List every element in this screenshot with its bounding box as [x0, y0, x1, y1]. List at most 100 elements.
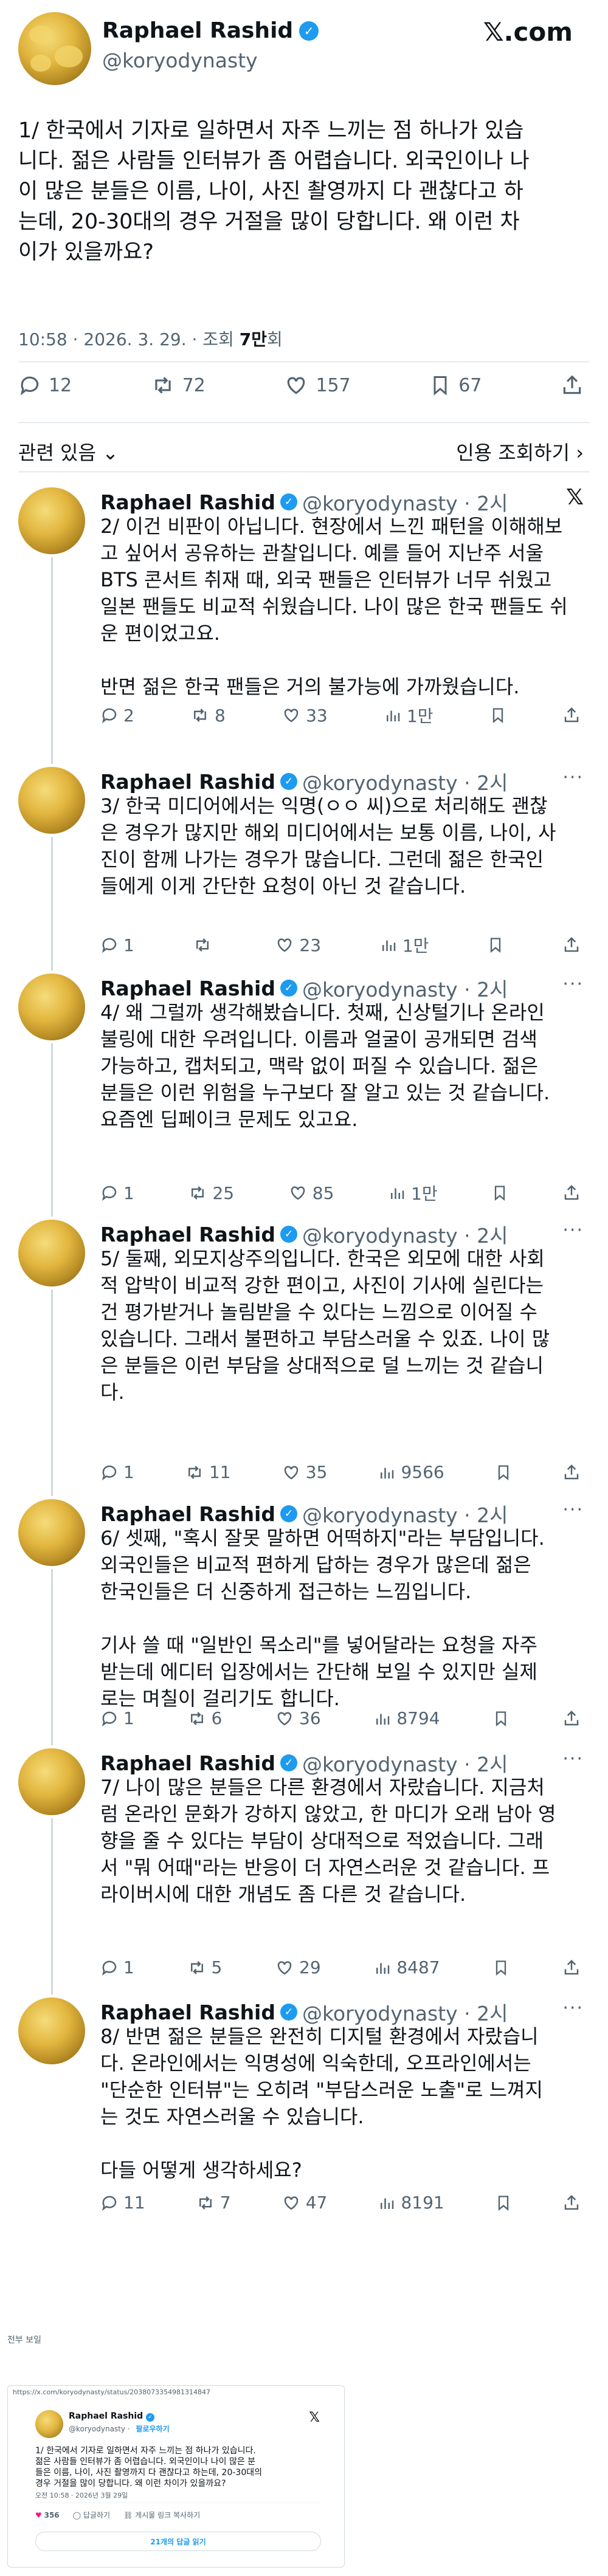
- reply-button[interactable]: 1: [100, 935, 134, 955]
- retweet-button[interactable]: [193, 936, 217, 954]
- avatar[interactable]: [18, 974, 85, 1040]
- views-button[interactable]: 8487: [373, 1957, 440, 1977]
- quote-view-link[interactable]: 인용 조회하기 ›: [456, 438, 584, 465]
- author-handle-time[interactable]: @koryodynasty · 2시: [302, 1220, 508, 1249]
- like-button[interactable]: 23: [275, 935, 321, 955]
- like-button[interactable]: 33: [282, 706, 328, 726]
- bookmark-button[interactable]: [489, 706, 506, 724]
- avatar[interactable]: [18, 487, 85, 554]
- views-button[interactable]: 1만: [384, 703, 434, 727]
- avatar[interactable]: [18, 1499, 85, 1566]
- share-icon: [562, 1184, 581, 1202]
- more-options-icon[interactable]: ···: [562, 767, 584, 788]
- share-button[interactable]: [562, 1184, 581, 1202]
- more-options-icon[interactable]: ···: [562, 974, 584, 995]
- bookmark-button[interactable]: [495, 2194, 512, 2212]
- more-options-icon[interactable]: ···: [562, 1997, 584, 2019]
- author-name[interactable]: Raphael Rashid: [100, 1223, 275, 1246]
- author-name[interactable]: Raphael Rashid: [100, 770, 275, 794]
- reply-tweet[interactable]: Raphael Rashid ✓ @koryodynasty · 2시 𝕏 2/ 이건 …: [0, 485, 608, 764]
- views-button[interactable]: 8794: [373, 1708, 440, 1728]
- retweet-button[interactable]: 6: [187, 1708, 222, 1728]
- share-button[interactable]: [562, 1709, 581, 1728]
- author-handle-time[interactable]: @koryodynasty · 2시: [302, 1748, 508, 1777]
- share-button[interactable]: [561, 374, 584, 397]
- retweet-button[interactable]: 5: [187, 1957, 223, 1977]
- reply-tweet[interactable]: Raphael Rashid ✓ @koryodynasty · 2시 ··· 6/ 셋…: [0, 1499, 608, 1745]
- reply-actions: 1 6 36 8794: [100, 1708, 581, 1728]
- avatar[interactable]: [18, 12, 91, 85]
- share-button[interactable]: [562, 1959, 581, 1977]
- author-name[interactable]: Raphael Rashid: [100, 977, 275, 1000]
- reply-text: 2/ 이건 비판이 아닙니다. 현장에서 느낀 패턴을 이해해보 고 싶어서 공…: [100, 515, 568, 698]
- like-button[interactable]: 85: [288, 1183, 334, 1203]
- embed-author-name-text: Raphael Rashid: [69, 2411, 143, 2421]
- author-handle-time[interactable]: @koryodynasty · 2시: [302, 487, 508, 517]
- bookmark-button[interactable]: 67: [429, 374, 482, 397]
- more-options-icon[interactable]: ···: [562, 1748, 584, 1770]
- reply-button[interactable]: 1: [100, 1462, 134, 1482]
- author-name[interactable]: Raphael Rashid: [100, 490, 275, 514]
- views-button[interactable]: 1만: [388, 1181, 438, 1205]
- reply-button[interactable]: 12: [18, 374, 72, 397]
- read-replies-button: 21개의 답글 읽기: [35, 2532, 321, 2551]
- like-button[interactable]: 36: [275, 1708, 321, 1728]
- views-icon: [384, 706, 402, 724]
- reply-tweet[interactable]: Raphael Rashid ✓ @koryodynasty · 2시 ··· 8/ 반…: [0, 1997, 608, 2223]
- share-button[interactable]: [562, 2194, 581, 2212]
- retweet-button[interactable]: 72: [151, 374, 206, 397]
- view-suffix: 회: [266, 329, 283, 349]
- bookmark-button[interactable]: [492, 1709, 510, 1728]
- reply-header: Raphael Rashid ✓ @koryodynasty · 2시: [100, 1748, 508, 1777]
- retweet-button[interactable]: 25: [188, 1183, 234, 1203]
- related-filter[interactable]: 관련 있음 ⌄: [18, 438, 119, 465]
- retweet-button[interactable]: 8: [190, 706, 226, 726]
- author-handle[interactable]: @koryodynasty: [102, 49, 258, 72]
- thread-line: [51, 557, 53, 764]
- more-options-icon[interactable]: ···: [562, 1220, 584, 1241]
- reply-button[interactable]: 2: [100, 706, 134, 726]
- author-name[interactable]: Raphael Rashid: [100, 1502, 275, 1526]
- share-button[interactable]: [562, 1463, 581, 1482]
- reply-button[interactable]: 1: [100, 1708, 134, 1728]
- bookmark-button[interactable]: [492, 1959, 510, 1977]
- author-handle-time[interactable]: @koryodynasty · 2시: [302, 1997, 508, 2027]
- like-count: 36: [299, 1708, 321, 1728]
- like-button[interactable]: 47: [282, 2193, 327, 2213]
- like-button[interactable]: 29: [275, 1957, 321, 1977]
- author-handle-time[interactable]: @koryodynasty · 2시: [302, 1499, 508, 1528]
- avatar[interactable]: [18, 767, 85, 834]
- bookmark-button[interactable]: [491, 1184, 508, 1202]
- bookmark-button[interactable]: [495, 1463, 512, 1482]
- views-button[interactable]: 1만: [379, 933, 429, 957]
- reply-button[interactable]: 11: [100, 2193, 145, 2213]
- retweet-icon: [196, 2194, 215, 2212]
- retweet-button[interactable]: 11: [185, 1462, 231, 1482]
- author-handle-time[interactable]: @koryodynasty · 2시: [302, 767, 508, 796]
- like-button[interactable]: 35: [282, 1462, 327, 1482]
- author-name[interactable]: Raphael Rashid: [100, 1751, 275, 1775]
- divider: [18, 422, 590, 423]
- views-button[interactable]: 8191: [378, 2193, 444, 2213]
- share-button[interactable]: [562, 936, 581, 954]
- avatar[interactable]: [18, 1220, 85, 1286]
- share-button[interactable]: [562, 706, 581, 724]
- avatar[interactable]: [18, 1997, 85, 2064]
- reply-count: 1: [123, 1462, 134, 1482]
- bookmark-button[interactable]: [487, 936, 504, 954]
- avatar[interactable]: [18, 1748, 85, 1815]
- retweet-button[interactable]: 7: [196, 2193, 231, 2213]
- retweet-count: 5: [211, 1957, 223, 1977]
- reply-tweet[interactable]: Raphael Rashid ✓ @koryodynasty · 2시 ··· 7/ 나…: [0, 1748, 608, 1994]
- reply-tweet[interactable]: Raphael Rashid ✓ @koryodynasty · 2시 ··· 5/ 둘…: [0, 1220, 608, 1496]
- reply-tweet[interactable]: Raphael Rashid ✓ @koryodynasty · 2시 ··· 4/ 왜…: [0, 974, 608, 1217]
- reply-button[interactable]: 1: [100, 1183, 134, 1203]
- author-name[interactable]: Raphael Rashid: [100, 2001, 275, 2024]
- author-name[interactable]: Raphael Rashid ✓: [102, 18, 319, 43]
- more-options-icon[interactable]: ···: [562, 1499, 584, 1520]
- reply-button[interactable]: 1: [100, 1957, 134, 1977]
- author-handle-time[interactable]: @koryodynasty · 2시: [302, 974, 508, 1003]
- reply-tweet[interactable]: Raphael Rashid ✓ @koryodynasty · 2시 ··· 3/ 한…: [0, 767, 608, 970]
- like-button[interactable]: 157: [284, 374, 351, 397]
- views-button[interactable]: 9566: [378, 1462, 444, 1482]
